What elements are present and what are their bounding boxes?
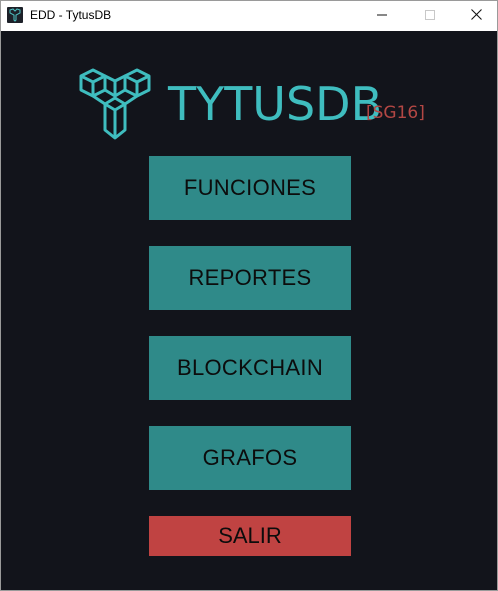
maximize-icon	[425, 7, 435, 25]
minimize-icon	[377, 7, 387, 25]
logo-group-tag: [SG16]	[366, 103, 425, 123]
exit-button[interactable]: SALIR	[149, 516, 351, 556]
tytus-mark-icon	[79, 68, 151, 140]
reports-button[interactable]: REPORTES	[149, 246, 351, 310]
functions-button[interactable]: FUNCIONES	[149, 156, 351, 220]
minimize-button[interactable]	[359, 1, 405, 31]
maximize-button[interactable]	[407, 1, 453, 31]
close-icon	[470, 7, 482, 25]
blockchain-button[interactable]: BLOCKCHAIN	[149, 336, 351, 400]
logo-title: TYTUSDB	[168, 77, 383, 131]
title-bar[interactable]: EDD - TytusDB	[1, 1, 497, 31]
app-window: EDD - TytusDB TYTUSDB [SG16] FUNCIONES R…	[0, 0, 498, 591]
main-panel: TYTUSDB [SG16] FUNCIONES REPORTES BLOCKC…	[1, 31, 497, 590]
graphs-button[interactable]: GRAFOS	[149, 426, 351, 490]
tytus-logo-icon	[7, 7, 23, 23]
tytusdb-logo: TYTUSDB [SG16]	[79, 68, 425, 142]
window-title: EDD - TytusDB	[30, 8, 112, 22]
close-button[interactable]	[453, 1, 498, 31]
